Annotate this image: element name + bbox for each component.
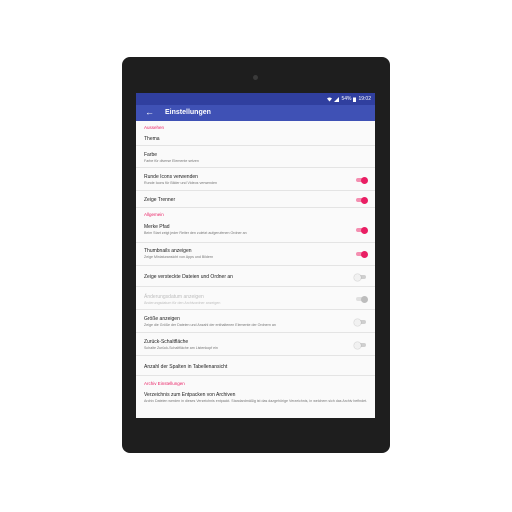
pref-summary: Zeige Miniaturansicht von Apps und Bilde…: [144, 255, 214, 259]
section-archive: Archiv Einstellungen: [144, 381, 185, 386]
pref-show-size[interactable]: Größe anzeigen Zeige die Größe der Datei…: [136, 310, 375, 333]
pref-title: Anzahl der Spalten in Tabellenansicht: [144, 364, 228, 370]
page-title: Einstellungen: [165, 109, 211, 116]
settings-list: Aussehen Thema Farbe Farbe für diverse E…: [136, 121, 375, 414]
pref-title: Thema: [144, 136, 160, 142]
pref-summary: Farbe für diverse Elemente setzen: [144, 159, 199, 163]
signal-icon: [334, 96, 340, 102]
toggle-switch[interactable]: [356, 250, 368, 258]
pref-summary: Beim Start zeigt jeder Reiter den zuletz…: [144, 231, 247, 235]
pref-title: Merke Pfad: [144, 224, 170, 230]
pref-color[interactable]: Farbe Farbe für diverse Elemente setzen: [136, 146, 375, 168]
pref-theme[interactable]: Thema: [136, 132, 375, 146]
section-general: Allgemein: [144, 212, 164, 217]
toggle-switch: [356, 295, 368, 303]
pref-extract-dir[interactable]: Verzeichnis zum Entpacken von Archiven A…: [136, 388, 375, 414]
pref-title: Zurück-Schaltfläche: [144, 339, 189, 345]
pref-remember-path[interactable]: Merke Pfad Beim Start zeigt jeder Reiter…: [136, 219, 375, 243]
pref-title: Farbe: [144, 152, 158, 158]
pref-back-button[interactable]: Zurück-Schaltfläche Schalte Zurück-Schal…: [136, 333, 375, 356]
clock: 19:02: [358, 96, 371, 102]
pref-dividers[interactable]: Zeige Trenner: [136, 191, 375, 208]
pref-title: Größe anzeigen: [144, 316, 180, 322]
screen: 54% 19:02 ← Einstellungen Aussehen Thema…: [136, 93, 375, 418]
wifi-icon: [327, 97, 333, 101]
toggle-switch[interactable]: [356, 226, 368, 234]
arrow-back-icon[interactable]: ←: [145, 108, 154, 117]
pref-change-date: Änderungsdatum anzeigen Änderungsdatum f…: [136, 287, 375, 310]
pref-summary: Änderungsdatum für den Archivordner anze…: [144, 301, 221, 305]
camera-icon: [253, 75, 258, 80]
pref-hidden-files[interactable]: Zeige versteckte Dateien und Ordner an: [136, 266, 375, 287]
toggle-switch[interactable]: [354, 273, 366, 281]
pref-round-icons[interactable]: Runde Icons verwenden Runde Icons für Bi…: [136, 168, 375, 191]
pref-title: Thumbnails anzeigen: [144, 248, 192, 254]
status-bar: 54% 19:02: [136, 93, 375, 105]
battery-icon: [353, 97, 357, 102]
battery-percent: 54%: [341, 96, 352, 102]
pref-title: Zeige Trenner: [144, 197, 176, 203]
toggle-switch[interactable]: [356, 176, 368, 184]
pref-summary: Archiv Dateien werden in dieses Verzeich…: [144, 399, 368, 403]
pref-title: Runde Icons verwenden: [144, 174, 198, 180]
toggle-switch[interactable]: [354, 341, 366, 349]
pref-columns[interactable]: Anzahl der Spalten in Tabellenansicht: [136, 356, 375, 376]
pref-thumbnails[interactable]: Thumbnails anzeigen Zeige Miniaturansich…: [136, 243, 375, 266]
section-appearance: Aussehen: [144, 125, 165, 130]
pref-summary: Schalte Zurück-Schaltfläche am Listenkop…: [144, 346, 218, 350]
pref-title: Zeige versteckte Dateien und Ordner an: [144, 274, 233, 280]
app-toolbar: ← Einstellungen: [136, 105, 375, 121]
pref-summary: Runde Icons für Bilder und Videos verwen…: [144, 181, 218, 185]
toggle-switch[interactable]: [356, 196, 368, 204]
toggle-switch[interactable]: [354, 318, 366, 326]
pref-title: Änderungsdatum anzeigen: [144, 294, 204, 300]
pref-title: Verzeichnis zum Entpacken von Archiven: [144, 392, 236, 398]
pref-summary: Zeige die Größe der Dateien und Anzahl d…: [144, 323, 276, 327]
